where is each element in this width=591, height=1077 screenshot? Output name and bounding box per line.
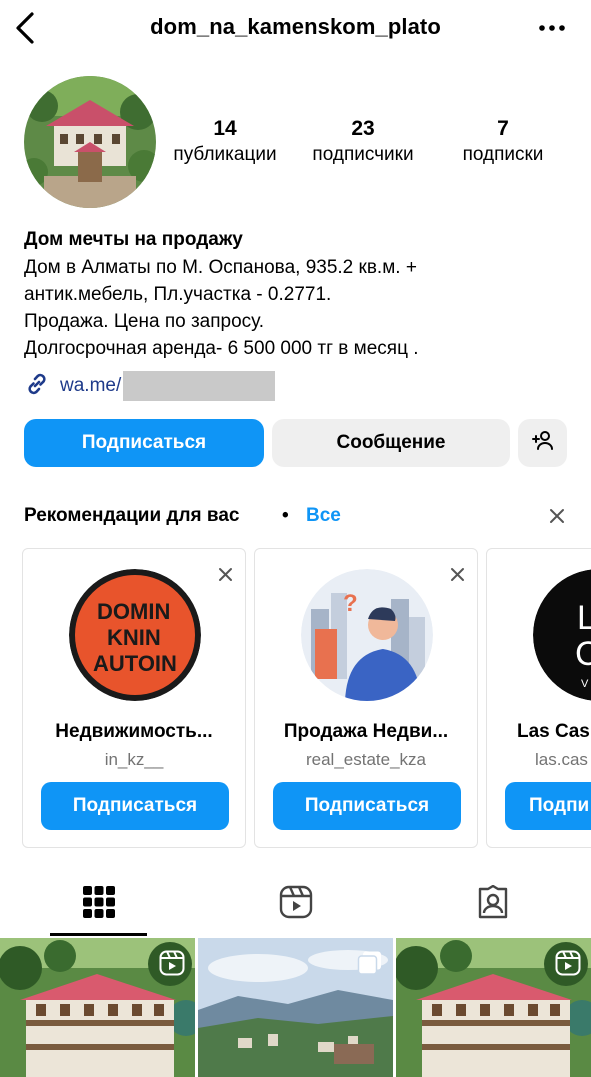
stat-followers[interactable]: 23 подписчики <box>300 116 426 168</box>
profile-header: dom_na_kamenskom_plato <box>0 0 591 56</box>
link-text: wa.me/ <box>60 375 122 396</box>
grid-icon <box>82 885 116 924</box>
bio-line: Долгосрочная аренда- 6 500 000 тг в меся… <box>24 338 419 359</box>
recommendation-name: Продажа Недви... <box>283 721 449 742</box>
follow-button[interactable]: Подписаться <box>41 782 229 830</box>
active-tab-indicator <box>50 933 147 936</box>
carousel-badge-icon <box>357 950 383 976</box>
svg-text:?: ? <box>343 590 358 617</box>
logo-text: VILL <box>581 678 591 690</box>
follow-button[interactable]: Подписаться <box>273 782 461 830</box>
bio-line: Продажа. Цена по запросу. <box>24 311 265 332</box>
stat-count: 23 <box>351 117 375 140</box>
logo-text: DOMIN <box>97 599 170 624</box>
post-thumbnail[interactable] <box>198 938 393 1077</box>
link-icon <box>24 371 50 402</box>
bio-link[interactable]: wa.me/ <box>24 370 276 402</box>
profile-name: Дом мечты на продажу <box>24 229 243 250</box>
add-user-icon <box>531 429 555 457</box>
redacted-block <box>123 371 276 401</box>
recommendation-card[interactable]: La Ca VILL Las Cas las.cas Подпи <box>486 548 591 848</box>
stat-posts[interactable]: 14 публикации <box>162 116 288 168</box>
stat-label: публикации <box>173 144 277 165</box>
recommendation-username: real_estate_kza <box>305 750 427 769</box>
close-icon[interactable] <box>549 508 565 524</box>
recommendation-card[interactable]: ? Продажа Недви... real_estate_kza Подпи… <box>254 548 478 848</box>
avatar[interactable] <box>24 76 156 208</box>
profile-tabs <box>0 872 591 936</box>
tagged-user-icon <box>476 884 510 924</box>
reels-badge-icon <box>555 950 581 976</box>
bio-line: Дом в Алматы по М. Оспанова, 935.2 кв.м.… <box>24 257 417 278</box>
stat-count: 14 <box>213 117 237 140</box>
recommendations-title: Рекомендации для вас <box>24 505 240 526</box>
stat-count: 7 <box>497 117 509 140</box>
stat-label: подписки <box>462 144 544 165</box>
separator-dot: • <box>282 505 289 526</box>
recommendation-username: las.cas <box>535 750 588 769</box>
stat-label: подписчики <box>312 144 414 165</box>
message-button[interactable]: Сообщение <box>272 419 510 467</box>
recommendation-name: Las Cas <box>517 721 590 742</box>
logo-text: La <box>577 599 591 637</box>
more-horizontal-icon[interactable] <box>537 16 567 40</box>
avatar[interactable]: La Ca VILL <box>533 569 591 701</box>
reels-icon <box>279 885 313 924</box>
recommendation-name: Недвижимость... <box>55 721 213 742</box>
post-thumbnail[interactable] <box>396 938 591 1077</box>
recommendation-card[interactable]: DOMIN KNIN AUTOIN Недвижимость... in_kz_… <box>22 548 246 848</box>
stat-following[interactable]: 7 подписки <box>440 116 566 168</box>
profile-stats: 14 публикации 23 подписчики 7 подписки <box>160 116 560 176</box>
close-icon[interactable] <box>218 567 233 582</box>
profile-bio: Дом мечты на продажу Дом в Алматы по М. … <box>24 226 584 362</box>
page-title: dom_na_kamenskom_plato <box>150 14 441 39</box>
avatar[interactable]: ? <box>301 569 433 701</box>
logo-text: Ca <box>575 635 591 673</box>
tab-grid[interactable] <box>0 872 197 936</box>
logo-text: KNIN <box>107 625 161 650</box>
follow-button[interactable]: Подписаться <box>24 419 264 467</box>
logo-text: AUTOIN <box>93 651 177 676</box>
follow-button[interactable]: Подпи <box>505 782 591 830</box>
reels-badge-icon <box>159 950 185 976</box>
recommendations-header: Рекомендации для вас • Все <box>24 505 569 535</box>
close-icon[interactable] <box>450 567 465 582</box>
recommendation-username: in_kz__ <box>104 750 164 769</box>
see-all-link[interactable]: Все <box>306 505 341 527</box>
recommendations-carousel[interactable]: DOMIN KNIN AUTOIN Недвижимость... in_kz_… <box>22 548 591 848</box>
add-user-button[interactable] <box>518 419 567 467</box>
bio-line: антик.мебель, Пл.участка - 0.2771. <box>24 284 332 305</box>
posts-grid <box>0 938 591 1077</box>
post-thumbnail[interactable] <box>0 938 195 1077</box>
tab-tagged[interactable] <box>394 872 591 936</box>
avatar[interactable]: DOMIN KNIN AUTOIN <box>69 569 201 701</box>
tab-reels[interactable] <box>197 872 394 936</box>
